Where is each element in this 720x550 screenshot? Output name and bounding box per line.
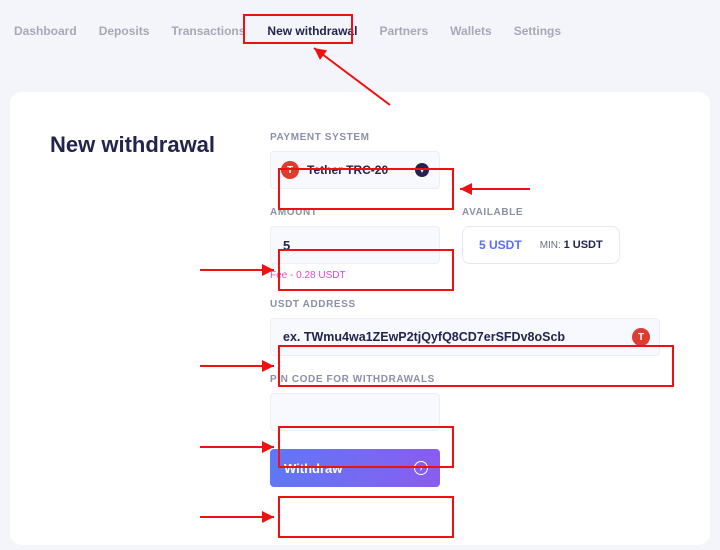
nav-partners[interactable]: Partners (379, 24, 428, 38)
min-label: MIN: 1 USDT (540, 239, 603, 251)
withdraw-button-label: Withdraw (284, 461, 342, 476)
withdrawal-form: PAYMENT SYSTEM T Tether TRC-20 ▾ AMOUNT … (250, 132, 670, 505)
amount-label: AMOUNT (270, 207, 440, 218)
available-label: AVAILABLE (462, 207, 620, 218)
nav-settings[interactable]: Settings (514, 24, 561, 38)
arrow-right-icon: › (414, 461, 428, 475)
pin-label: PIN CODE FOR WITHDRAWALS (270, 374, 670, 385)
amount-row: AMOUNT Fee - 0.28 USDT AVAILABLE 5 USDT … (270, 207, 670, 281)
top-navigation: Dashboard Deposits Transactions New with… (0, 0, 720, 52)
nav-transactions[interactable]: Transactions (171, 24, 245, 38)
submit-row: Withdraw › (270, 449, 670, 487)
fee-text: Fee - 0.28 USDT (270, 270, 440, 281)
amount-input[interactable] (270, 226, 440, 264)
address-input[interactable] (270, 318, 660, 356)
payment-system-selected: Tether TRC-20 (307, 163, 407, 177)
available-box: 5 USDT MIN: 1 USDT (462, 226, 620, 264)
pin-input[interactable] (270, 393, 440, 431)
pin-row: PIN CODE FOR WITHDRAWALS (270, 374, 670, 431)
page-title-wrap: New withdrawal (50, 132, 250, 505)
nav-deposits[interactable]: Deposits (99, 24, 150, 38)
payment-system-label: PAYMENT SYSTEM (270, 132, 670, 143)
payment-system-row: PAYMENT SYSTEM T Tether TRC-20 ▾ (270, 132, 670, 189)
nav-wallets[interactable]: Wallets (450, 24, 492, 38)
available-value: 5 USDT (479, 238, 522, 252)
withdraw-button[interactable]: Withdraw › (270, 449, 440, 487)
payment-system-select[interactable]: T Tether TRC-20 ▾ (270, 151, 440, 189)
chevron-down-icon: ▾ (415, 163, 429, 177)
address-row: USDT ADDRESS T (270, 299, 670, 356)
tether-icon: T (281, 161, 299, 179)
nav-dashboard[interactable]: Dashboard (14, 24, 77, 38)
address-label: USDT ADDRESS (270, 299, 670, 310)
page-title: New withdrawal (50, 132, 250, 157)
nav-new-withdrawal[interactable]: New withdrawal (267, 24, 357, 38)
withdrawal-card: New withdrawal PAYMENT SYSTEM T Tether T… (10, 92, 710, 545)
tether-icon: T (632, 328, 650, 346)
